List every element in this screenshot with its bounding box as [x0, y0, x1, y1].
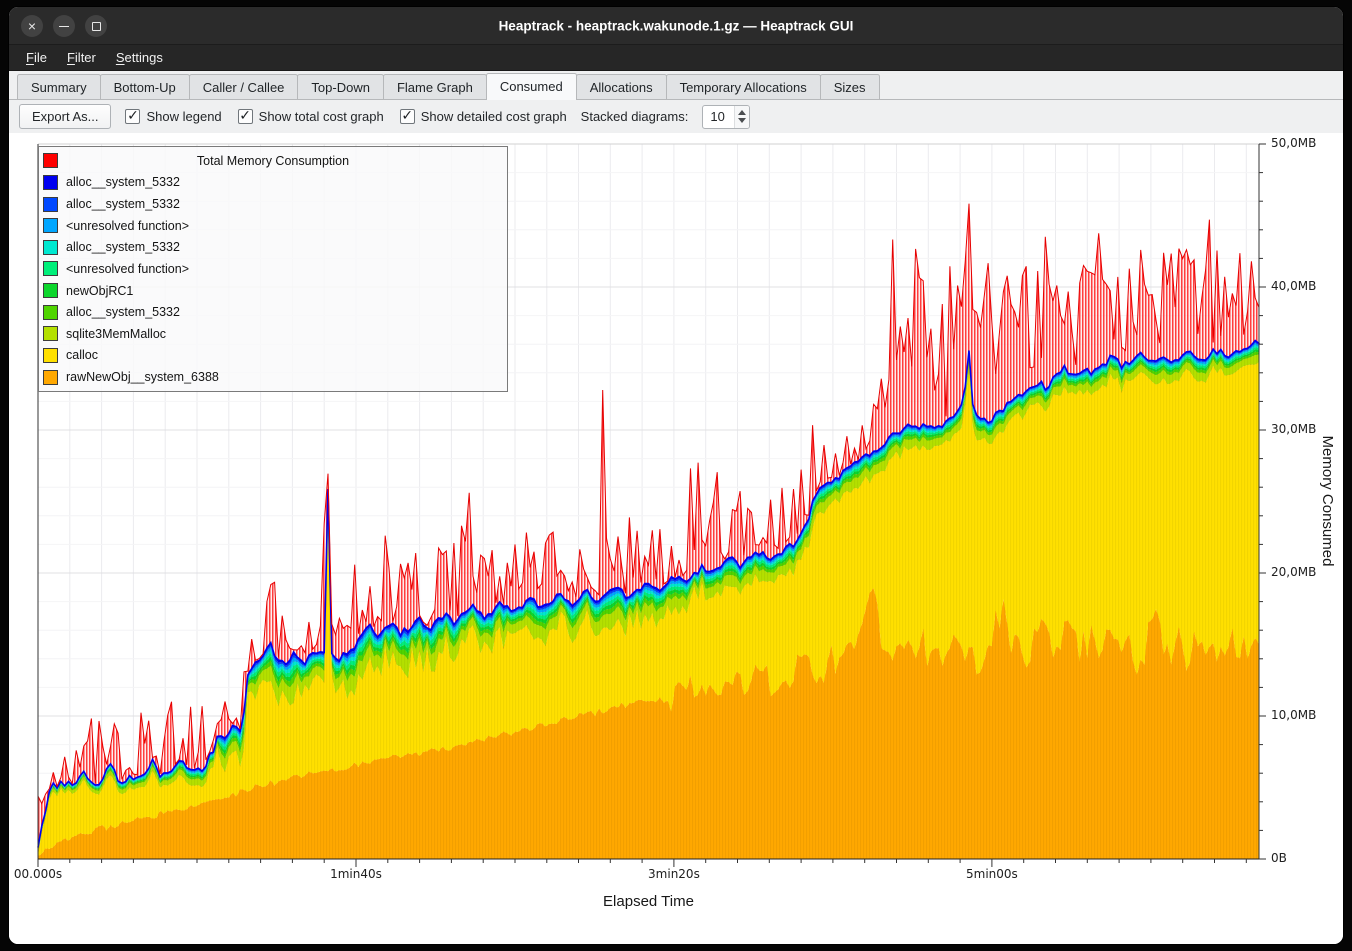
maximize-button[interactable]	[85, 15, 107, 37]
legend-swatch	[43, 153, 58, 168]
legend-label: calloc	[66, 348, 98, 362]
legend-item: <unresolved function>	[39, 215, 507, 236]
legend-item: rawNewObj__system_6388	[39, 367, 507, 388]
checkbox-show-legend[interactable]: Show legend	[125, 109, 221, 124]
legend-swatch	[43, 197, 58, 212]
y-tick-label: 20,0MB	[1271, 565, 1316, 579]
legend-label: rawNewObj__system_6388	[66, 370, 219, 384]
legend-item: alloc__system_5332	[39, 194, 507, 215]
toolbar: Export As... Show legend Show total cost …	[9, 100, 1343, 133]
x-tick-label: 5min00s	[952, 867, 1032, 881]
y-tick-label: 0B	[1271, 851, 1287, 865]
y-axis-title: Memory Consumed	[1319, 436, 1336, 567]
legend-swatch	[43, 348, 58, 363]
legend-item: alloc__system_5332	[39, 302, 507, 323]
legend-swatch	[43, 370, 58, 385]
minimize-button[interactable]	[53, 15, 75, 37]
menu-filter[interactable]: Filter	[58, 47, 105, 68]
legend-label: alloc__system_5332	[66, 175, 180, 189]
legend-item: alloc__system_5332	[39, 237, 507, 258]
tab-flame-graph[interactable]: Flame Graph	[383, 74, 487, 99]
legend-swatch	[43, 326, 58, 341]
legend-item: newObjRC1	[39, 280, 507, 301]
stacked-diagrams-spinbox[interactable]: 10	[702, 105, 750, 129]
y-tick-label: 10,0MB	[1271, 708, 1316, 722]
legend-item: calloc	[39, 345, 507, 366]
checkbox-group: Show legend Show total cost graph Show det…	[125, 109, 566, 124]
chart-area: Total Memory Consumption alloc__system_53…	[9, 133, 1343, 944]
spin-up-icon[interactable]	[738, 110, 746, 115]
checkbox-show-detailed-cost-graph[interactable]: Show detailed cost graph	[400, 109, 567, 124]
checkbox-icon	[238, 109, 253, 124]
x-tick-label: 00.000s	[8, 867, 78, 881]
legend-swatch	[43, 175, 58, 190]
legend-title-row: Total Memory Consumption	[39, 150, 507, 171]
y-tick-label: 30,0MB	[1271, 422, 1316, 436]
window-controls: ×	[21, 15, 107, 37]
menu-bar: FileFilterSettings	[9, 45, 1343, 71]
close-icon: ×	[28, 19, 36, 33]
legend-swatch	[43, 283, 58, 298]
tab-sizes[interactable]: Sizes	[820, 74, 880, 99]
legend-swatch	[43, 218, 58, 233]
menu-settings[interactable]: Settings	[107, 47, 172, 68]
checkbox-icon	[125, 109, 140, 124]
checkbox-label: Show legend	[146, 109, 221, 124]
legend-label: alloc__system_5332	[66, 305, 180, 319]
tab-bar: SummaryBottom-UpCaller / CalleeTop-DownF…	[9, 71, 1343, 100]
legend-label: sqlite3MemMalloc	[66, 327, 166, 341]
checkbox-label: Show total cost graph	[259, 109, 384, 124]
tab-consumed[interactable]: Consumed	[486, 73, 577, 100]
chart-legend: Total Memory Consumption alloc__system_53…	[38, 146, 508, 392]
tab-caller-callee[interactable]: Caller / Callee	[189, 74, 299, 99]
spinbox-value: 10	[703, 106, 734, 128]
titlebar: × Heaptrack - heaptrack.wakunode.1.gz — …	[9, 7, 1343, 45]
x-tick-label: 1min40s	[316, 867, 396, 881]
stacked-diagrams-label: Stacked diagrams:	[581, 109, 689, 124]
legend-label: <unresolved function>	[66, 262, 189, 276]
menu-file[interactable]: File	[17, 47, 56, 68]
spin-down-icon[interactable]	[738, 118, 746, 123]
legend-item: <unresolved function>	[39, 258, 507, 279]
checkbox-icon	[400, 109, 415, 124]
x-axis-title: Elapsed Time	[38, 893, 1259, 910]
y-tick-label: 50,0MB	[1271, 136, 1316, 150]
minimize-icon	[59, 26, 69, 27]
checkbox-show-total-cost-graph[interactable]: Show total cost graph	[238, 109, 384, 124]
legend-swatch	[43, 240, 58, 255]
legend-label: <unresolved function>	[66, 219, 189, 233]
tab-summary[interactable]: Summary	[17, 74, 101, 99]
spinbox-buttons	[734, 106, 749, 128]
maximize-icon	[92, 22, 101, 31]
legend-item: alloc__system_5332	[39, 172, 507, 193]
legend-label: alloc__system_5332	[66, 240, 180, 254]
export-as-button[interactable]: Export As...	[19, 104, 111, 129]
y-tick-label: 40,0MB	[1271, 279, 1316, 293]
tab-allocations[interactable]: Allocations	[576, 74, 667, 99]
close-button[interactable]: ×	[21, 15, 43, 37]
x-tick-label: 3min20s	[634, 867, 714, 881]
legend-swatch	[43, 305, 58, 320]
legend-label: alloc__system_5332	[66, 197, 180, 211]
legend-item: sqlite3MemMalloc	[39, 323, 507, 344]
legend-swatch	[43, 261, 58, 276]
tab-top-down[interactable]: Top-Down	[297, 74, 384, 99]
tab-temporary-allocations[interactable]: Temporary Allocations	[666, 74, 821, 99]
window-title: Heaptrack - heaptrack.wakunode.1.gz — He…	[9, 18, 1343, 33]
legend-label: newObjRC1	[66, 284, 133, 298]
legend-label: Total Memory Consumption	[66, 154, 480, 168]
tab-bottom-up[interactable]: Bottom-Up	[100, 74, 190, 99]
checkbox-label: Show detailed cost graph	[421, 109, 567, 124]
app-window: × Heaptrack - heaptrack.wakunode.1.gz — …	[8, 6, 1344, 945]
